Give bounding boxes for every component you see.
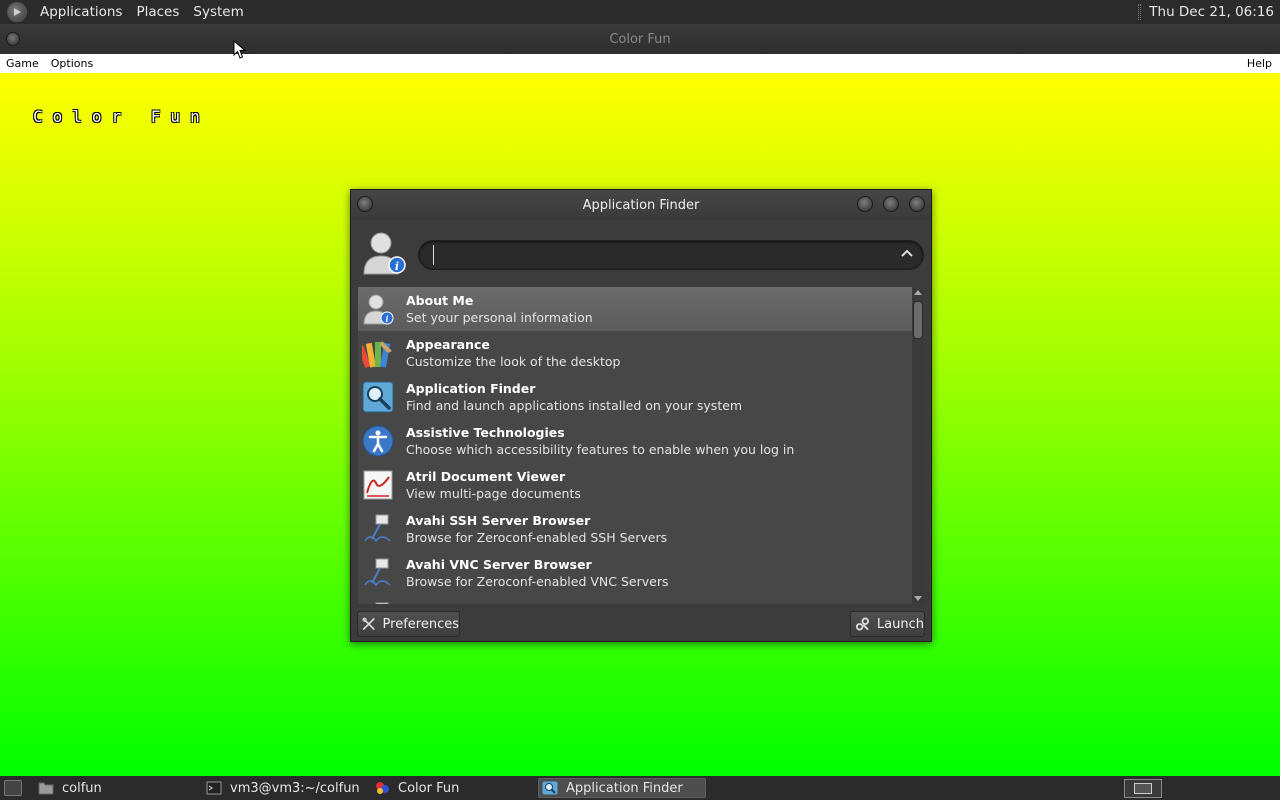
workspace-switcher[interactable] <box>1124 779 1162 798</box>
list-item[interactable]: Application Finder Find and launch appli… <box>358 375 917 419</box>
item-description: Choose which accessibility features to e… <box>406 442 795 457</box>
maximize-button[interactable] <box>883 196 899 212</box>
search-input[interactable] <box>433 245 893 265</box>
dialog-title: Application Finder <box>582 197 700 213</box>
task-application-finder[interactable]: Application Finder <box>538 778 706 798</box>
help-menu[interactable]: Help <box>1241 57 1280 70</box>
search-field[interactable] <box>418 240 924 270</box>
magnifier-icon <box>362 381 394 413</box>
color-fun-icon <box>376 782 389 794</box>
workspace-window-thumbnail <box>1134 783 1152 794</box>
document-viewer-icon <box>363 470 393 500</box>
scrollbar-thumb[interactable] <box>913 301 923 339</box>
magnifier-icon <box>542 781 558 795</box>
chevron-up-icon[interactable] <box>901 248 913 260</box>
tools-icon <box>362 617 375 630</box>
terminal-icon <box>206 781 222 795</box>
item-name: Application Finder <box>406 381 536 396</box>
item-description: Find and launch applications installed o… <box>406 398 743 413</box>
task-color-fun[interactable]: Color Fun <box>374 778 534 798</box>
user-info-icon: i <box>363 294 394 325</box>
item-name: Appearance <box>406 337 490 352</box>
list-item[interactable]: Avahi VNC Server Browser Browse for Zero… <box>358 551 917 595</box>
item-description: Set your personal information <box>406 310 593 325</box>
scroll-down-arrow-icon[interactable] <box>914 596 922 601</box>
dialog-menu-button[interactable] <box>357 196 373 212</box>
item-name: About Me <box>406 293 474 308</box>
application-list[interactable]: i About Me Set your personal information… <box>358 287 917 604</box>
top-panel: Applications Places System Thu Dec 21, 0… <box>0 0 1280 24</box>
item-description: Customize the look of the desktop <box>406 354 621 369</box>
network-browser-icon <box>364 558 391 587</box>
list-item[interactable]: Appearance Customize the look of the des… <box>358 331 917 375</box>
preferences-button[interactable]: Preferences <box>357 611 460 637</box>
task-colfun[interactable]: colfun <box>38 778 198 798</box>
dialog-titlebar[interactable]: Application Finder <box>351 190 931 220</box>
task-label: Application Finder <box>566 780 683 796</box>
mate-logo-icon[interactable] <box>7 2 27 22</box>
clock[interactable]: Thu Dec 21, 06:16 <box>1149 4 1274 20</box>
accessibility-icon <box>362 425 394 457</box>
list-scrollbar[interactable] <box>912 287 924 604</box>
item-name: Assistive Technologies <box>406 425 565 440</box>
item-description: View multi-page documents <box>406 486 581 501</box>
appearance-palette-icon <box>362 341 392 369</box>
list-item[interactable]: Assistive Technologies Choose which acce… <box>358 419 917 463</box>
system-menu[interactable]: System <box>186 4 250 20</box>
task-terminal[interactable]: vm3@vm3:~/colfun <box>206 778 368 798</box>
colorfun-window-title: Color Fun <box>609 31 671 47</box>
scroll-up-arrow-icon[interactable] <box>914 290 922 295</box>
svg-text:i: i <box>385 314 388 324</box>
list-item[interactable]: i About Me Set your personal information <box>358 287 917 331</box>
options-menu[interactable]: Options <box>45 57 99 70</box>
user-info-icon: i <box>363 232 406 275</box>
list-item[interactable]: Atril Document Viewer View multi-page do… <box>358 463 917 507</box>
colorfun-menubar: Game Options Help <box>0 54 1280 73</box>
svg-text:i: i <box>395 260 399 273</box>
close-button[interactable] <box>909 196 925 212</box>
task-label: colfun <box>62 780 102 796</box>
application-finder-dialog: Application Finder i i About Me Set your… <box>350 189 932 642</box>
item-name: Atril Document Viewer <box>406 469 566 484</box>
network-browser-icon <box>364 514 391 543</box>
show-desktop-icon[interactable] <box>4 780 22 796</box>
panel-separator <box>1138 4 1142 20</box>
document-icon <box>375 602 389 604</box>
bottom-panel: colfun vm3@vm3:~/colfun Color Fun Applic… <box>0 776 1280 800</box>
launch-gears-icon <box>855 617 869 631</box>
list-item[interactable]: Avahi SSH Server Browser Browse for Zero… <box>358 507 917 551</box>
minimize-button[interactable] <box>857 196 873 212</box>
list-item-partial[interactable] <box>358 595 917 604</box>
applications-menu[interactable]: Applications <box>33 4 129 20</box>
game-menu[interactable]: Game <box>0 57 45 70</box>
launch-button[interactable]: Launch <box>850 611 925 637</box>
item-description: Browse for Zeroconf-enabled SSH Servers <box>406 530 668 545</box>
task-label: Color Fun <box>398 780 460 796</box>
item-description: Browse for Zeroconf-enabled VNC Servers <box>406 574 669 589</box>
preferences-label: Preferences <box>382 616 459 632</box>
colorfun-titlebar[interactable]: Color Fun <box>0 24 1280 54</box>
folder-icon <box>38 782 54 795</box>
window-menu-button[interactable] <box>6 32 20 46</box>
mouse-cursor-icon <box>233 40 247 59</box>
launch-label: Launch <box>876 616 924 632</box>
places-menu[interactable]: Places <box>129 4 186 20</box>
search-header: i <box>351 220 931 280</box>
colorfun-canvas-title: Color Fun <box>33 107 210 126</box>
task-label: vm3@vm3:~/colfun <box>230 780 360 796</box>
item-name: Avahi SSH Server Browser <box>406 513 591 528</box>
item-name: Avahi VNC Server Browser <box>406 557 592 572</box>
